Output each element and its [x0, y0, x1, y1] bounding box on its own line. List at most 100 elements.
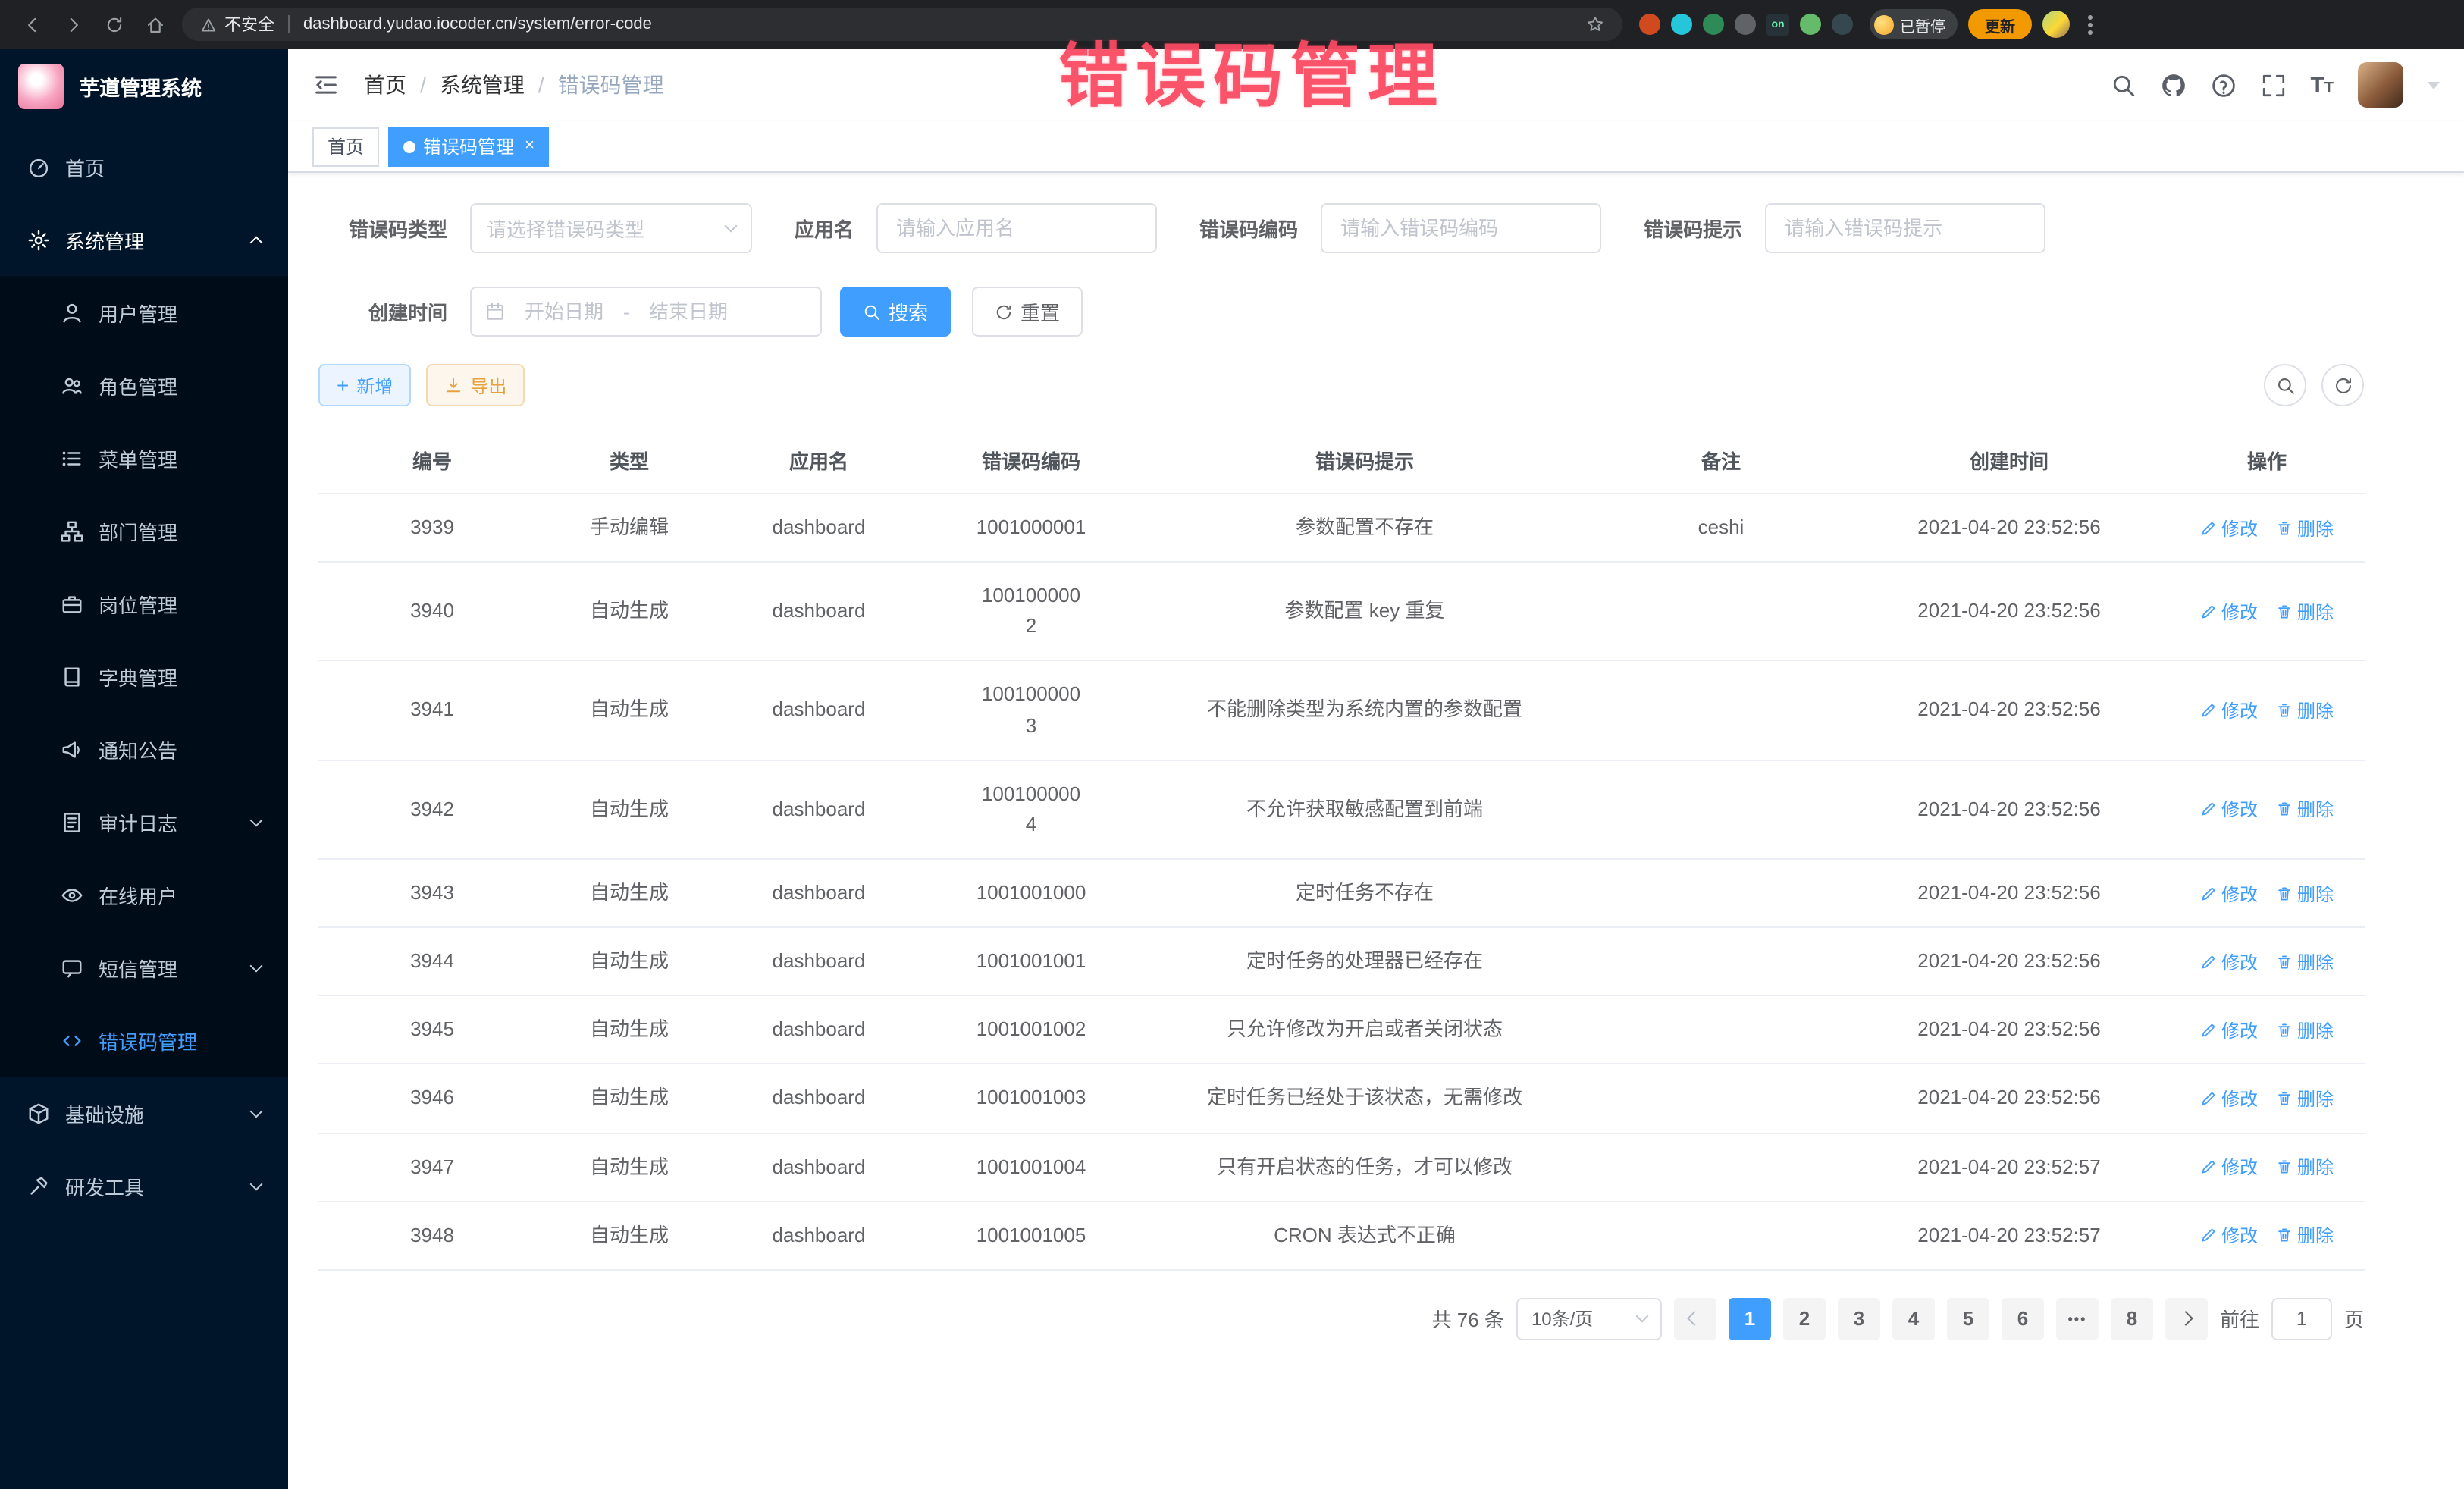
extension-icon[interactable]: on — [1766, 13, 1789, 36]
back-button[interactable] — [15, 8, 49, 41]
extension-icon[interactable] — [1832, 14, 1853, 35]
create-time-range[interactable]: - — [470, 287, 822, 337]
edit-link[interactable]: 修改 — [2200, 880, 2258, 906]
github-link[interactable] — [2160, 72, 2186, 98]
edit-icon — [2200, 885, 2217, 901]
delete-link[interactable]: 删除 — [2276, 1154, 2334, 1180]
error-type-select[interactable]: 请选择错误码类型 — [470, 203, 752, 253]
browser-menu-icon[interactable] — [2080, 14, 2099, 34]
prev-page-button[interactable] — [1674, 1298, 1716, 1340]
more-pages-button[interactable]: ••• — [2056, 1298, 2099, 1340]
sidebar-item-roles[interactable]: 角色管理 — [0, 349, 288, 422]
app-logo[interactable]: 芋道管理系统 — [0, 49, 288, 124]
extension-icon[interactable] — [1703, 14, 1724, 35]
delete-link[interactable]: 删除 — [2276, 1223, 2334, 1249]
next-page-button[interactable] — [2165, 1298, 2208, 1340]
delete-link[interactable]: 删除 — [2276, 697, 2334, 723]
sidebar-item-system[interactable]: 系统管理 — [0, 203, 288, 276]
start-date-input[interactable] — [511, 300, 617, 323]
browser-profile-avatar[interactable] — [2042, 11, 2070, 38]
add-button[interactable]: + 新增 — [318, 364, 411, 406]
megaphone-icon — [61, 738, 83, 760]
refresh-table-button[interactable] — [2321, 364, 2364, 406]
page-button-4[interactable]: 4 — [1892, 1298, 1935, 1340]
tab-error-codes[interactable]: 错误码管理 × — [388, 127, 550, 166]
error-hint-input[interactable] — [1765, 203, 2045, 253]
delete-link[interactable]: 删除 — [2276, 1017, 2334, 1043]
security-indicator[interactable]: 不安全 — [200, 12, 274, 36]
delete-link[interactable]: 删除 — [2276, 1086, 2334, 1111]
sidebar-item-home[interactable]: 首页 — [0, 130, 288, 203]
help-button[interactable] — [2210, 72, 2236, 98]
header-search-button[interactable] — [2110, 72, 2136, 98]
hamburger-icon — [312, 71, 340, 99]
page-button-2[interactable]: 2 — [1783, 1298, 1826, 1340]
sidebar-item-online-users[interactable]: 在线用户 — [0, 858, 288, 931]
extension-icon[interactable] — [1735, 14, 1756, 35]
goto-suffix: 页 — [2344, 1305, 2364, 1334]
toggle-search-button[interactable] — [2264, 364, 2306, 406]
bookmark-star-icon[interactable] — [1586, 15, 1604, 33]
address-separator — [288, 15, 290, 33]
edit-link[interactable]: 修改 — [2200, 948, 2258, 974]
end-date-input[interactable] — [635, 300, 741, 323]
extension-icon[interactable] — [1800, 14, 1821, 35]
app-title: 芋道管理系统 — [79, 71, 202, 102]
sidebar-item-devtools[interactable]: 研发工具 — [0, 1149, 288, 1222]
sidebar-item-posts[interactable]: 岗位管理 — [0, 567, 288, 640]
delete-link[interactable]: 删除 — [2276, 948, 2334, 974]
sidebar-item-sms[interactable]: 短信管理 — [0, 931, 288, 1004]
page-button-3[interactable]: 3 — [1838, 1298, 1880, 1340]
sidebar-item-departments[interactable]: 部门管理 — [0, 494, 288, 567]
page-size-select[interactable]: 10条/页 — [1516, 1298, 1662, 1340]
caret-down-icon[interactable] — [2428, 81, 2440, 89]
edit-link[interactable]: 修改 — [2200, 697, 2258, 723]
update-button[interactable]: 更新 — [1968, 9, 2032, 39]
page-button-8[interactable]: 8 — [2111, 1298, 2153, 1340]
home-button[interactable] — [138, 8, 171, 41]
delete-link[interactable]: 删除 — [2276, 599, 2334, 625]
forward-button[interactable] — [56, 8, 89, 41]
user-avatar[interactable] — [2358, 62, 2403, 108]
delete-link[interactable]: 删除 — [2276, 880, 2334, 906]
error-code-input[interactable] — [1321, 203, 1601, 253]
tab-home[interactable]: 首页 — [312, 127, 379, 166]
search-button[interactable]: 搜索 — [840, 287, 951, 337]
edit-link[interactable]: 修改 — [2200, 1154, 2258, 1180]
sidebar-item-notices[interactable]: 通知公告 — [0, 713, 288, 785]
sidebar-item-infrastructure[interactable]: 基础设施 — [0, 1077, 288, 1149]
edit-link[interactable]: 修改 — [2200, 599, 2258, 625]
delete-link[interactable]: 删除 — [2276, 797, 2334, 823]
sidebar-collapse-button[interactable] — [312, 71, 340, 99]
extension-icon[interactable] — [1639, 14, 1660, 35]
sidebar-item-audit-logs[interactable]: 审计日志 — [0, 785, 288, 858]
edit-link[interactable]: 修改 — [2200, 1223, 2258, 1249]
app-name-input[interactable] — [876, 203, 1157, 253]
close-icon[interactable]: × — [525, 138, 534, 155]
paused-badge[interactable]: 已暂停 — [1870, 9, 1958, 39]
delete-link[interactable]: 删除 — [2276, 515, 2334, 541]
extension-icon[interactable] — [1671, 14, 1692, 35]
sidebar-item-users[interactable]: 用户管理 — [0, 276, 288, 349]
page-button-5[interactable]: 5 — [1947, 1298, 1989, 1340]
sidebar-item-menus[interactable]: 菜单管理 — [0, 422, 288, 494]
page-button-6[interactable]: 6 — [2002, 1298, 2044, 1340]
edit-link[interactable]: 修改 — [2200, 1017, 2258, 1043]
reset-button[interactable]: 重置 — [972, 287, 1083, 337]
sidebar-item-error-codes[interactable]: 错误码管理 — [0, 1004, 288, 1077]
edit-link[interactable]: 修改 — [2200, 1086, 2258, 1111]
address-bar[interactable]: 不安全 dashboard.yudao.iocoder.cn/system/er… — [182, 8, 1622, 41]
font-size-button[interactable]: TT — [2310, 72, 2334, 98]
total-count: 共 76 条 — [1432, 1305, 1504, 1334]
edit-link[interactable]: 修改 — [2200, 797, 2258, 823]
fullscreen-button[interactable] — [2260, 72, 2286, 98]
edit-link[interactable]: 修改 — [2200, 515, 2258, 541]
page-button-1[interactable]: 1 — [1729, 1298, 1771, 1340]
system-submenu: 用户管理 角色管理 菜单管理 部门管理 岗位管理 字典管理 通知公告 审计日志 … — [0, 276, 288, 1077]
goto-page-input[interactable] — [2271, 1298, 2332, 1340]
reload-button[interactable] — [97, 8, 130, 41]
breadcrumb-system[interactable]: 系统管理 — [440, 70, 525, 100]
sidebar-item-dictionary[interactable]: 字典管理 — [0, 640, 288, 713]
export-button[interactable]: 导出 — [426, 364, 525, 406]
breadcrumb-home[interactable]: 首页 — [364, 70, 406, 100]
